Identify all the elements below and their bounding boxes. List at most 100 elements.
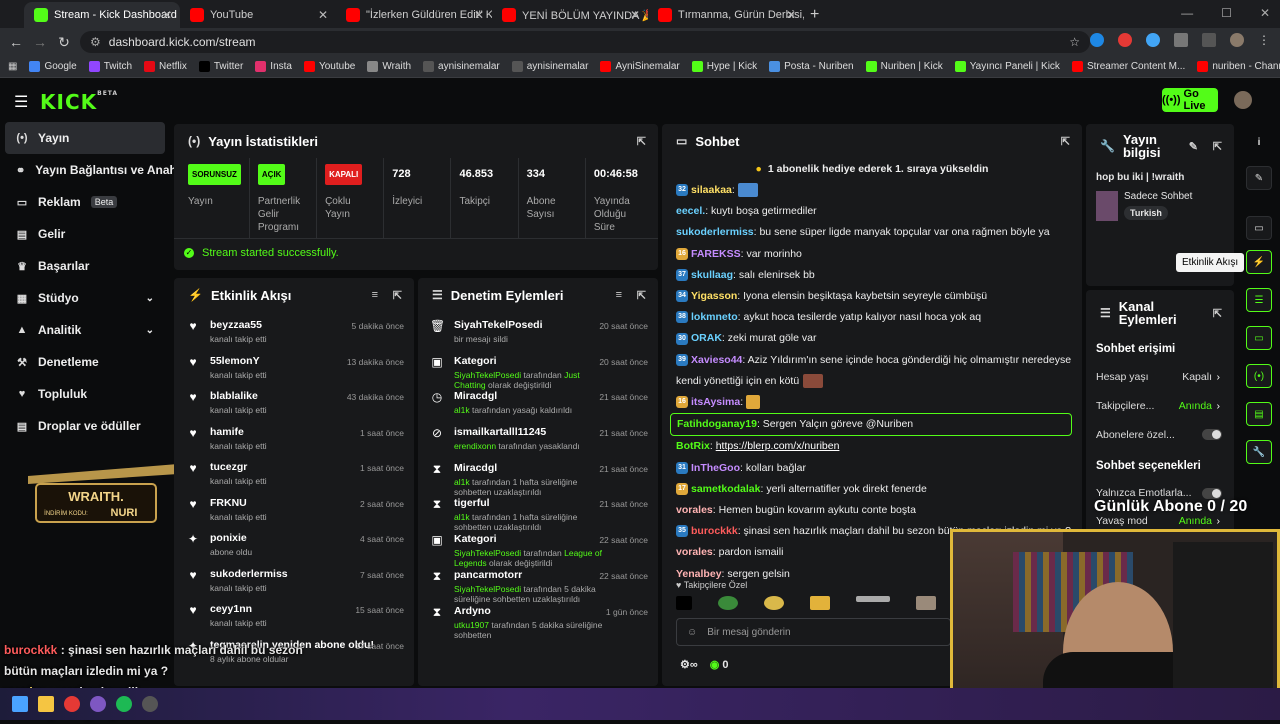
bookmark-item[interactable]: Yayıncı Paneli | Kick [954, 61, 1060, 72]
chat-username[interactable]: eecel. [676, 205, 705, 217]
moderation-item[interactable]: ▣ Kategori SiyahTekelPosedi tarafından Jus… [418, 348, 658, 390]
edit-icon[interactable]: ✎ [1189, 140, 1198, 153]
browser-tab[interactable]: Tırmanma, Gürün Derbisi, Yükse✕ [648, 2, 804, 28]
list-icon[interactable]: ☰ [1246, 288, 1272, 312]
moderation-item[interactable]: ⧗ tigerful al1k tarafından 1 hafta süreliğ… [418, 490, 658, 532]
bookmark-item[interactable]: Hype | Kick [691, 61, 757, 72]
app-icon[interactable] [90, 696, 106, 712]
chat-input[interactable]: ☺ Bir mesaj gönderin [676, 618, 951, 646]
bookmark-item[interactable]: Youtube [303, 61, 355, 72]
activity-item[interactable]: ♥ tucezgr kanalı takip etti 1 saat önce [174, 454, 414, 490]
chat-message[interactable]: Fatihdoganay19: Sergen Yalçın göreve @Nu… [670, 413, 1072, 437]
maximize-icon[interactable]: ☐ [1221, 6, 1232, 20]
close-tab-icon[interactable]: ✕ [630, 8, 640, 22]
emote[interactable] [676, 596, 692, 610]
chat-message[interactable]: eecel.: kuytı boşa getirmediler [662, 201, 1082, 222]
kick-logo[interactable]: KICKBETA [40, 90, 118, 114]
close-tab-icon[interactable]: ✕ [786, 8, 796, 22]
windows-start-icon[interactable] [12, 696, 28, 712]
close-window-icon[interactable]: ✕ [1260, 6, 1270, 20]
browser-tab[interactable]: YENİ BÖLÜM YAYINDA 🎉 @O✕ [492, 2, 648, 28]
bookmark-item[interactable]: Twitter [198, 61, 243, 72]
points[interactable]: ◉ 0 [710, 658, 729, 671]
back-icon[interactable]: ← [4, 34, 28, 50]
chat-message[interactable]: 37 skullaag: salı elenirsek bb [662, 265, 1082, 286]
chat-username[interactable]: vorales [676, 504, 713, 516]
popout-icon[interactable]: ⇱ [637, 135, 646, 148]
profile-icon[interactable] [1230, 33, 1244, 47]
close-tab-icon[interactable]: ✕ [162, 8, 172, 22]
moderation-item[interactable]: ◷ Miracdgl al1k tarafından yasağı kaldırıl… [418, 383, 658, 419]
chat-username[interactable]: ORAK [691, 332, 722, 344]
activity-item[interactable]: ♥ ceyy1nn kanalı takip etti 15 saat önce [174, 596, 414, 632]
sidebar-item[interactable]: ▤ Droplar ve ödüller [0, 410, 170, 442]
activity-item[interactable]: ♥ FRKNU kanalı takip etti 2 saat önce [174, 490, 414, 526]
activity-item[interactable]: ♥ 55lemonY kanalı takip etti 13 dakika önce [174, 348, 414, 384]
chat-message[interactable]: 39 Xavieso44: Aziz Yıldırım'ın sene içind… [662, 350, 1082, 371]
sidebar-item[interactable]: ♥ Topluluk [0, 378, 170, 410]
sidebar-item[interactable]: ⚒ Denetleme [0, 346, 170, 378]
chat-username[interactable]: burockkk [691, 525, 738, 537]
emote[interactable] [764, 596, 784, 610]
bookmark-item[interactable]: Google [29, 61, 77, 72]
hamburger-icon[interactable]: ☰ [14, 92, 28, 112]
chat-username[interactable]: FAREKSS [691, 248, 741, 260]
chat-access-row[interactable]: Takipçilere... Anında › [1086, 391, 1234, 420]
emote[interactable] [916, 596, 936, 610]
chat-username[interactable]: sukoderlermiss [676, 226, 754, 238]
chat-message[interactable]: 32 silaakaa: [662, 180, 1082, 201]
chrome-icon[interactable] [64, 696, 80, 712]
activity-item[interactable]: ♥ blablalike kanalı takip etti 43 dakika ön… [174, 383, 414, 419]
browser-tab[interactable]: "İzlerken Güldüren Edit" Kick &✕ [336, 2, 492, 28]
activity-item[interactable]: ♥ beyzzaa55 kanalı takip etti 5 dakika önce [174, 312, 414, 348]
new-tab-icon[interactable]: + [810, 2, 819, 28]
bookmark-item[interactable]: Twitch [88, 61, 132, 72]
bookmark-item[interactable]: Posta - Nuriben [769, 61, 854, 72]
wrench-icon[interactable]: 🔧 [1246, 440, 1272, 464]
sidebar-item[interactable]: ▲ Analitik ⌄ [0, 314, 170, 346]
browser-tab[interactable]: YouTube ✕ [180, 2, 336, 28]
emoji-icon[interactable]: ☺ [687, 627, 697, 638]
chat-username[interactable]: BotRix [676, 440, 710, 452]
avatar[interactable] [1234, 91, 1252, 109]
chat-message[interactable]: 31 InTheGoo: kolları bağlar [662, 458, 1082, 479]
bookmark-star-icon[interactable]: ☆ [1069, 35, 1080, 49]
tag-chip[interactable]: Turkish [1124, 206, 1168, 220]
moderation-item[interactable]: ⧗ Miracdgl al1k tarafından 1 hafta süreliğ… [418, 455, 658, 497]
stats-icon[interactable]: ▤ [1246, 402, 1272, 426]
chat-username[interactable]: sametkodalak [691, 483, 760, 495]
close-tab-icon[interactable]: ✕ [318, 8, 328, 22]
close-tab-icon[interactable]: ✕ [474, 8, 484, 22]
chat-message[interactable]: 17 sametkodalak: yerli alternatifler yok … [662, 479, 1082, 500]
menu-icon[interactable] [1202, 33, 1216, 47]
moderation-item[interactable]: ⧗ Ardyno utku1907 tarafından 5 dakika süre… [418, 598, 658, 640]
chat-access-row[interactable]: Abonelere özel... [1086, 420, 1234, 449]
chat-access-row[interactable]: Hesap yaşı Kapalı › [1086, 362, 1234, 391]
extension-icon[interactable] [1146, 33, 1160, 47]
emote[interactable] [810, 596, 830, 610]
sidebar-item[interactable]: ▤ Gelir [0, 218, 170, 250]
edit-icon[interactable]: ✎ [1246, 166, 1272, 190]
sidebar-item[interactable]: ▭ Reklam Beta [0, 186, 170, 218]
site-info-icon[interactable]: ⚙ [90, 35, 101, 49]
reload-icon[interactable]: ↻ [52, 34, 76, 51]
chat-username[interactable]: Xavieso44 [691, 354, 742, 366]
broadcast-icon[interactable]: (•) [1246, 364, 1272, 388]
lightning-icon[interactable]: ⚡ [1246, 250, 1272, 274]
puzzle-icon[interactable] [1174, 33, 1188, 47]
bookmark-item[interactable]: aynisinemalar [423, 61, 500, 72]
go-live-button[interactable]: ((•)) Go Live [1162, 88, 1218, 112]
sidebar-item[interactable]: (•) Yayın [5, 122, 165, 154]
chat-message[interactable]: 38 lokmneto: aykut hoca tesilerde yatıp k… [662, 307, 1082, 328]
activity-item[interactable]: ✦ ponixie abone oldu 4 saat önce [174, 525, 414, 561]
bookmark-item[interactable]: Netflix [144, 61, 187, 72]
chat-messages[interactable]: 32 silaakaa: eecel.: kuytı boşa getirmedi… [662, 180, 1082, 585]
moderation-item[interactable]: 🗑 SiyahTekelPosedi bir mesajı sildi 20 saat… [418, 312, 658, 348]
settings-icon[interactable]: ⚙∞ [680, 658, 698, 671]
chat-message[interactable]: BotRix: https://blerp.com/x/nuriben [662, 436, 1082, 457]
emote[interactable] [718, 596, 738, 610]
panel-toggle-icon[interactable]: ▭ [1246, 216, 1272, 240]
activity-item[interactable]: ♥ hamife kanalı takip etti 1 saat önce [174, 419, 414, 455]
chat-message[interactable]: vorales: Hemen bugün kovarım aykutu cont… [662, 500, 1082, 521]
chat-username[interactable]: vorales [676, 546, 713, 558]
